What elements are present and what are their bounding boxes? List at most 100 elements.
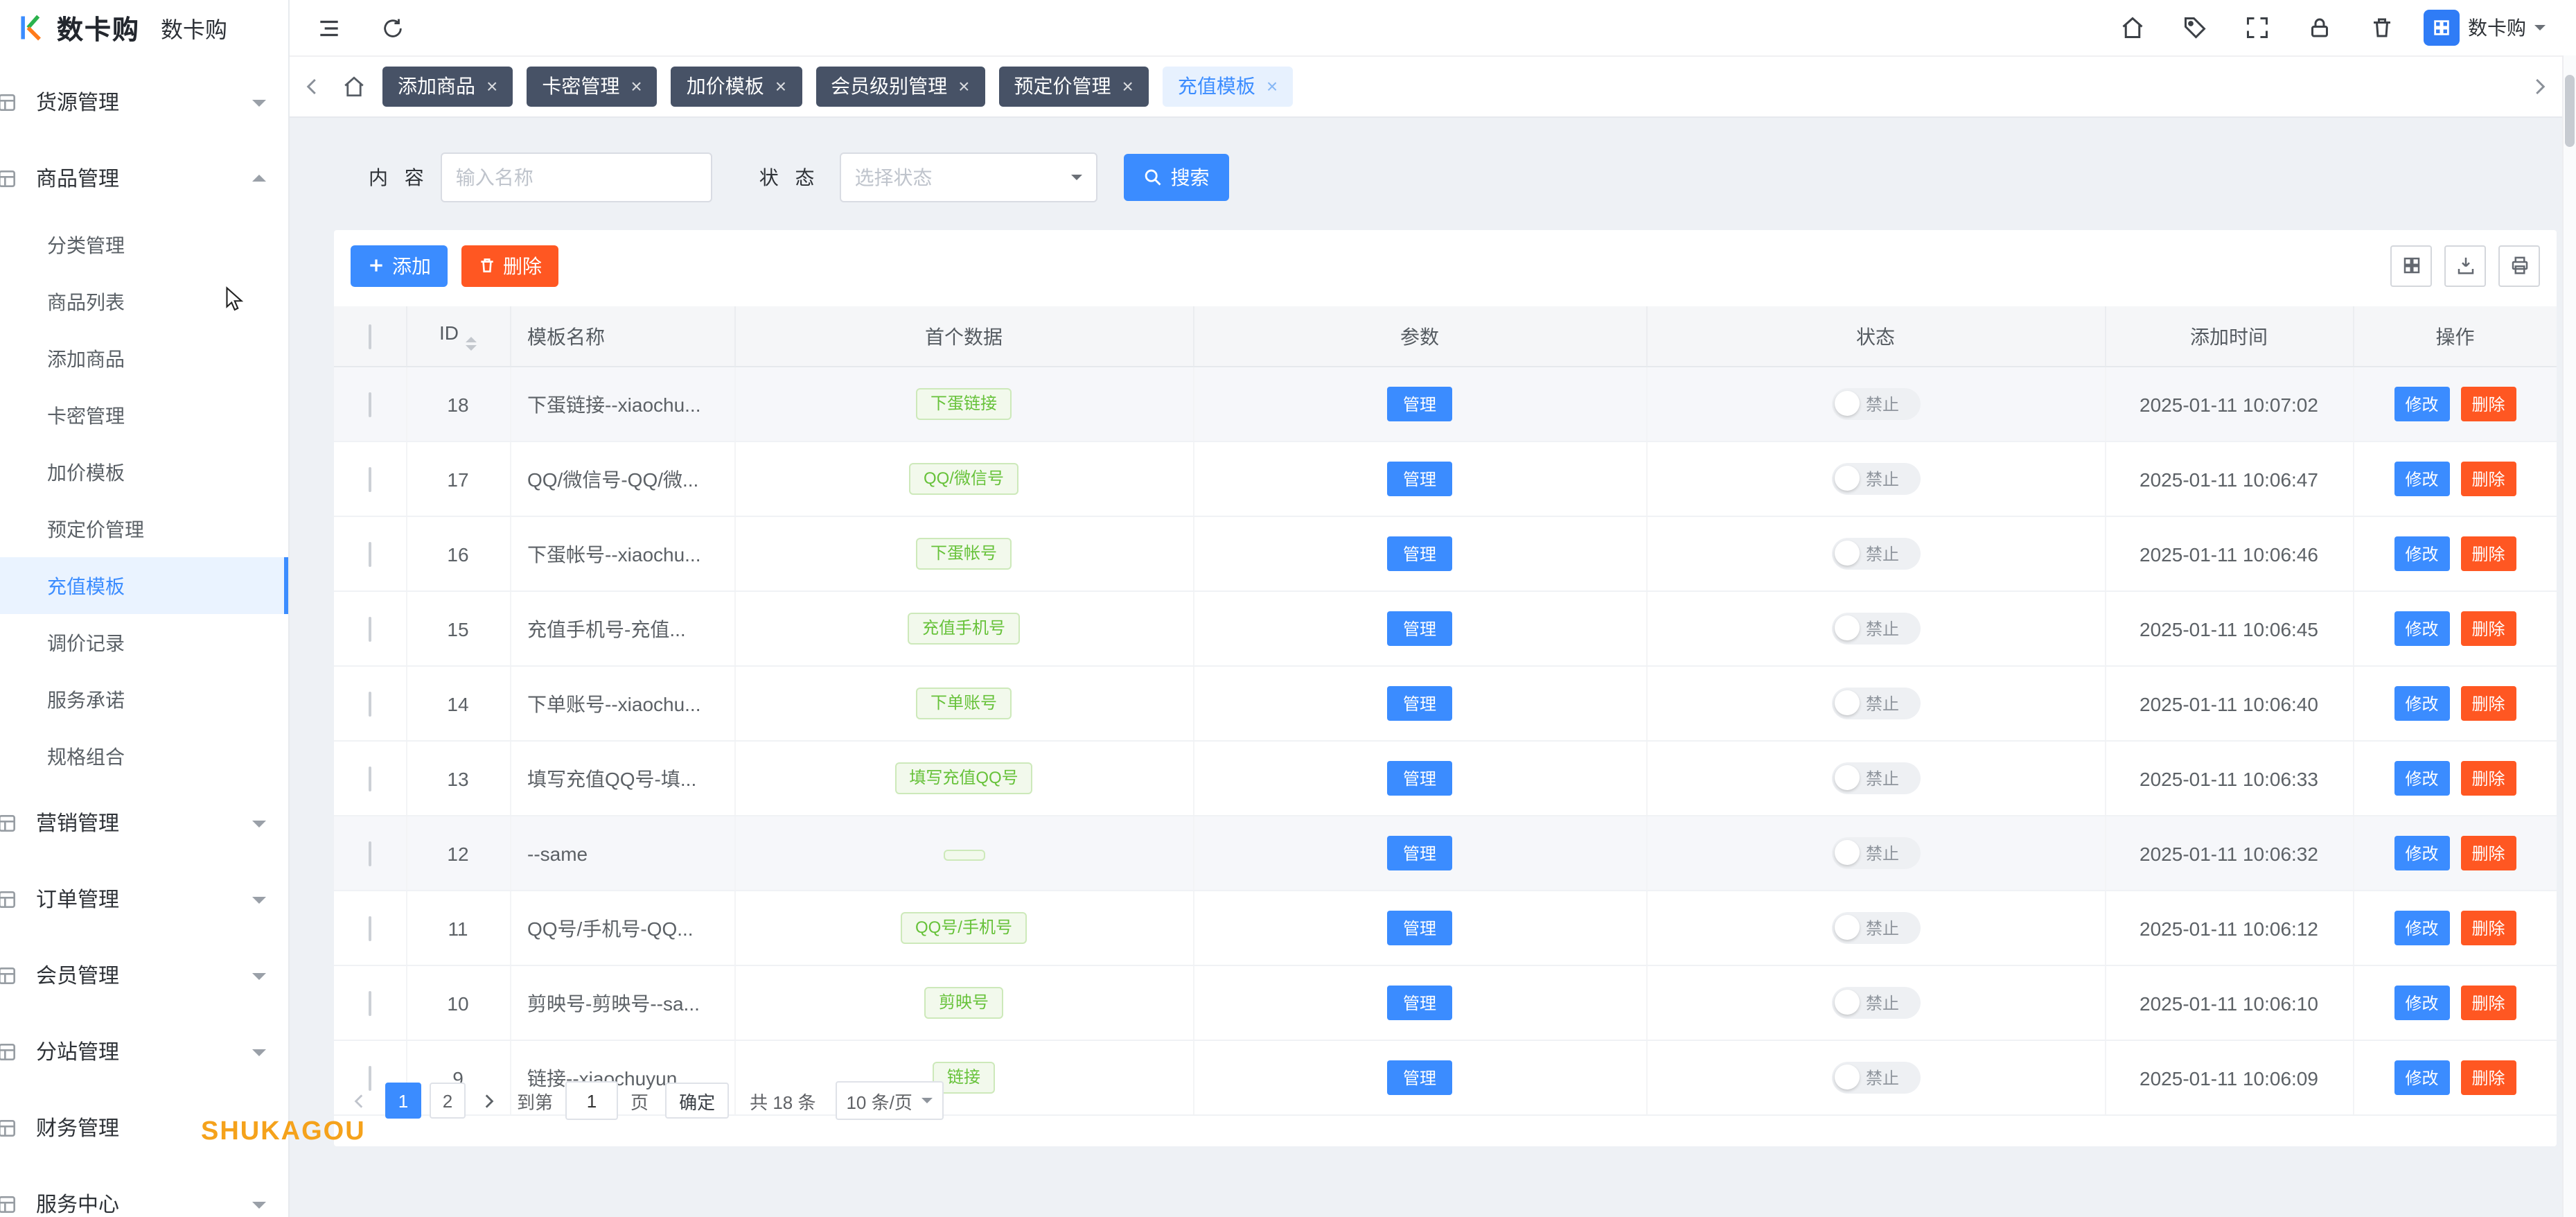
home-icon[interactable]: [2120, 15, 2145, 40]
row-delete-button[interactable]: 删除: [2460, 1060, 2516, 1095]
edit-button[interactable]: 修改: [2394, 836, 2450, 870]
row-delete-button[interactable]: 删除: [2460, 686, 2516, 721]
row-delete-button[interactable]: 删除: [2460, 462, 2516, 496]
per-page-select[interactable]: 10 条/页: [835, 1081, 944, 1120]
edit-button[interactable]: 修改: [2394, 536, 2450, 571]
close-icon[interactable]: ×: [775, 76, 786, 96]
sidebar-item[interactable]: 充值模板: [0, 557, 288, 614]
close-icon[interactable]: ×: [1122, 76, 1133, 96]
close-icon[interactable]: ×: [958, 76, 969, 96]
manage-button[interactable]: 管理: [1387, 986, 1452, 1020]
print-button[interactable]: [2498, 245, 2540, 286]
status-toggle[interactable]: 禁止: [1831, 1061, 1920, 1094]
row-delete-button[interactable]: 删除: [2460, 986, 2516, 1020]
status-toggle[interactable]: 禁止: [1831, 762, 1920, 794]
add-button[interactable]: 添加: [351, 245, 448, 286]
scrollbar-thumb[interactable]: [2565, 75, 2575, 147]
refresh-icon[interactable]: [381, 16, 405, 40]
trash-icon[interactable]: [2370, 15, 2394, 40]
sidebar-item[interactable]: 规格组合: [0, 728, 288, 785]
sidebar-item[interactable]: 营销管理: [0, 785, 288, 861]
sidebar-item[interactable]: 卡密管理: [0, 387, 288, 444]
manage-button[interactable]: 管理: [1387, 536, 1452, 571]
tag-icon[interactable]: [2182, 15, 2207, 40]
page-tab[interactable]: 预定价管理 ×: [998, 66, 1149, 106]
status-toggle[interactable]: 禁止: [1831, 911, 1920, 944]
sidebar-item[interactable]: 加价模板: [0, 444, 288, 500]
goto-page-input[interactable]: [565, 1081, 619, 1120]
page-tab[interactable]: 加价模板 ×: [671, 66, 802, 106]
next-page-button[interactable]: [479, 1092, 497, 1110]
row-checkbox[interactable]: [368, 691, 371, 716]
edit-button[interactable]: 修改: [2394, 686, 2450, 721]
sidebar-item[interactable]: 商品管理: [0, 140, 288, 216]
status-toggle[interactable]: 禁止: [1831, 462, 1920, 495]
status-toggle[interactable]: 禁止: [1831, 387, 1920, 420]
sidebar-item[interactable]: 预定价管理: [0, 500, 288, 557]
manage-button[interactable]: 管理: [1387, 462, 1452, 496]
sidebar-item[interactable]: 商品列表: [0, 273, 288, 330]
status-toggle[interactable]: 禁止: [1831, 687, 1920, 719]
edit-button[interactable]: 修改: [2394, 1060, 2450, 1095]
edit-button[interactable]: 修改: [2394, 986, 2450, 1020]
sidebar-item[interactable]: 货源管理: [0, 64, 288, 140]
fullscreen-icon[interactable]: [2245, 15, 2270, 40]
column-header-id[interactable]: ID: [406, 306, 511, 367]
edit-button[interactable]: 修改: [2394, 462, 2450, 496]
sidebar-item[interactable]: 分类管理: [0, 216, 288, 273]
edit-button[interactable]: 修改: [2394, 387, 2450, 421]
row-checkbox[interactable]: [368, 841, 371, 866]
tabs-scroll-right-icon[interactable]: [2529, 76, 2550, 96]
close-icon[interactable]: ×: [486, 76, 497, 96]
row-checkbox[interactable]: [368, 916, 371, 940]
row-checkbox[interactable]: [368, 466, 371, 491]
manage-button[interactable]: 管理: [1387, 686, 1452, 721]
filter-columns-button[interactable]: [2390, 245, 2432, 286]
status-toggle[interactable]: 禁止: [1831, 986, 1920, 1019]
export-button[interactable]: [2444, 245, 2486, 286]
page-tab[interactable]: 添加商品 ×: [382, 66, 513, 106]
edit-button[interactable]: 修改: [2394, 611, 2450, 646]
sidebar-item[interactable]: 服务中心: [0, 1166, 288, 1217]
page-number-button[interactable]: 1: [385, 1083, 421, 1119]
row-delete-button[interactable]: 删除: [2460, 911, 2516, 945]
sidebar-item[interactable]: 添加商品: [0, 330, 288, 387]
edit-button[interactable]: 修改: [2394, 911, 2450, 945]
row-delete-button[interactable]: 删除: [2460, 836, 2516, 870]
status-toggle[interactable]: 禁止: [1831, 537, 1920, 570]
manage-button[interactable]: 管理: [1387, 911, 1452, 945]
goto-confirm-button[interactable]: 确定: [665, 1083, 730, 1119]
row-delete-button[interactable]: 删除: [2460, 536, 2516, 571]
manage-button[interactable]: 管理: [1387, 387, 1452, 421]
edit-button[interactable]: 修改: [2394, 761, 2450, 796]
page-tab[interactable]: 会员级别管理 ×: [815, 66, 985, 106]
tabs-scroll-left-icon[interactable]: [302, 76, 323, 96]
manage-button[interactable]: 管理: [1387, 836, 1452, 870]
sidebar-item[interactable]: 订单管理: [0, 861, 288, 937]
close-icon[interactable]: ×: [1267, 76, 1278, 96]
manage-button[interactable]: 管理: [1387, 761, 1452, 796]
sidebar-item[interactable]: 服务承诺: [0, 671, 288, 728]
page-tab[interactable]: 卡密管理 ×: [527, 66, 658, 106]
row-delete-button[interactable]: 删除: [2460, 611, 2516, 646]
sidebar-item[interactable]: 分站管理: [0, 1013, 288, 1089]
manage-button[interactable]: 管理: [1387, 1060, 1452, 1095]
logo[interactable]: 数卡购 数卡购: [0, 0, 288, 55]
content-filter-input[interactable]: [440, 152, 712, 202]
row-delete-button[interactable]: 删除: [2460, 387, 2516, 421]
row-checkbox[interactable]: [368, 990, 371, 1015]
status-filter-select[interactable]: 选择状态: [839, 152, 1097, 202]
collapse-menu-icon[interactable]: [316, 15, 342, 41]
page-tab[interactable]: 充值模板 ×: [1162, 66, 1294, 106]
row-checkbox[interactable]: [368, 541, 371, 566]
user-menu[interactable]: 数卡购: [2424, 10, 2546, 46]
delete-button[interactable]: 删除: [461, 245, 558, 286]
tab-home-icon[interactable]: [342, 74, 366, 98]
vertical-scrollbar[interactable]: [2562, 55, 2576, 1217]
status-toggle[interactable]: 禁止: [1831, 837, 1920, 869]
lock-icon[interactable]: [2307, 15, 2332, 40]
page-number-button[interactable]: 2: [430, 1083, 466, 1119]
status-toggle[interactable]: 禁止: [1831, 612, 1920, 645]
row-delete-button[interactable]: 删除: [2460, 761, 2516, 796]
sidebar-item[interactable]: 会员管理: [0, 937, 288, 1013]
